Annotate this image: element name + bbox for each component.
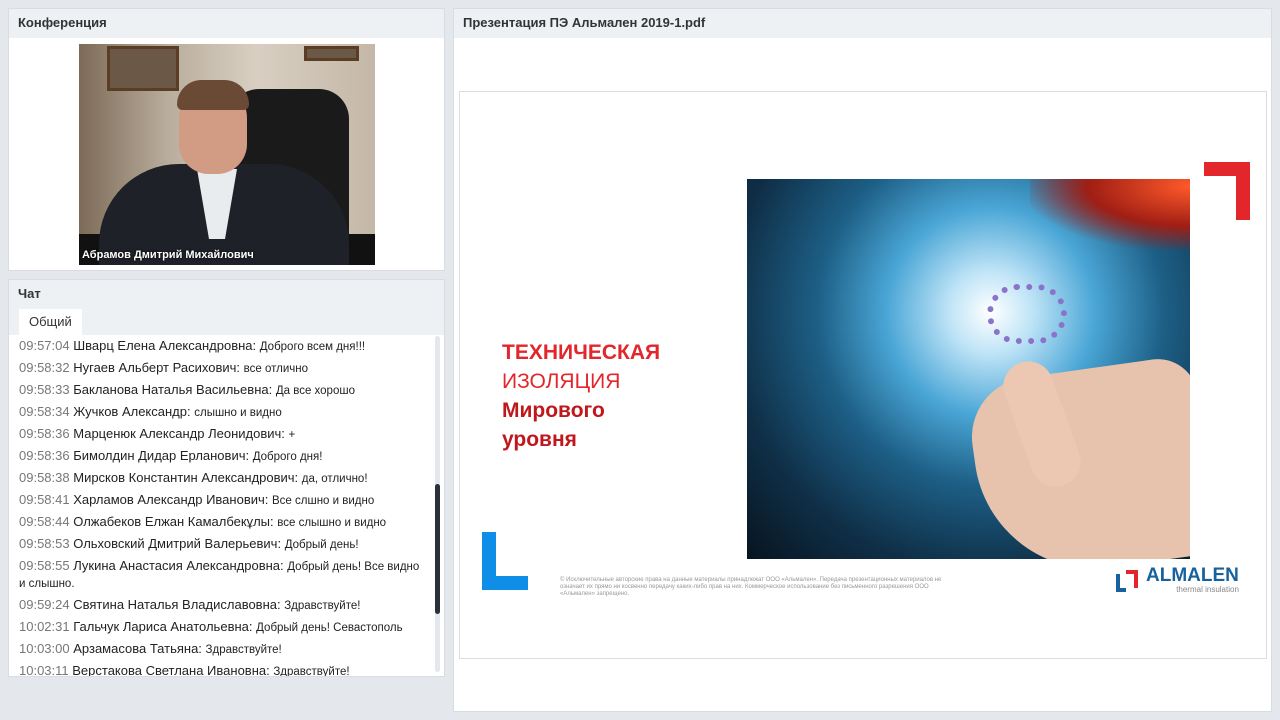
message-time: 10:03:11 bbox=[19, 663, 69, 676]
message-time: 10:03:00 bbox=[19, 641, 70, 656]
message-author: Бимолдин Дидар Ерланович: bbox=[73, 448, 250, 463]
chat-tabs: Общий bbox=[9, 309, 444, 335]
chat-message: 09:58:41 Харламов Александр Иванович: Вс… bbox=[19, 492, 422, 509]
message-time: 09:58:44 bbox=[19, 514, 70, 529]
message-author: Святина Наталья Владиславовна: bbox=[73, 597, 281, 612]
chat-scrollbar[interactable] bbox=[435, 336, 440, 672]
chat-message: 09:58:55 Лукина Анастасия Александровна:… bbox=[19, 558, 422, 592]
slide-heading: ТЕХНИЧЕСКАЯ ИЗОЛЯЦИЯ Мирового уровня bbox=[502, 338, 660, 454]
message-author: Мирсков Константин Александрович: bbox=[73, 470, 299, 485]
message-text: да, отлично! bbox=[301, 473, 368, 485]
message-text: все отлично bbox=[243, 363, 308, 375]
tab-general[interactable]: Общий bbox=[19, 309, 82, 335]
message-time: 09:58:41 bbox=[19, 492, 70, 507]
message-author: Марценюк Александр Леонидович: bbox=[73, 426, 285, 441]
chat-message: 09:58:34 Жучков Александр: слышно и видн… bbox=[19, 404, 422, 421]
chat-message: 09:58:33 Бакланова Наталья Васильевна: Д… bbox=[19, 382, 422, 399]
message-author: Олжабеков Елжан Камалбекұлы: bbox=[73, 514, 274, 529]
message-author: Верстакова Светлана Ивановна: bbox=[72, 663, 270, 676]
almalen-logo-icon bbox=[1116, 569, 1142, 592]
chat-message-list[interactable]: 09:57:04 Шварц Елена Александровна: Добр… bbox=[9, 336, 432, 676]
speaker-video[interactable]: Абрамов Дмитрий Михайлович bbox=[79, 44, 375, 265]
message-time: 10:02:31 bbox=[19, 619, 70, 634]
chat-message: 09:58:36 Марценюк Александр Леонидович: … bbox=[19, 426, 422, 443]
message-time: 09:58:38 bbox=[19, 470, 70, 485]
chat-title: Чат bbox=[9, 280, 444, 309]
message-text: Здравствуйте! bbox=[284, 600, 361, 612]
message-text: Добрый день! bbox=[284, 539, 359, 551]
heading-line-4: уровня bbox=[502, 428, 577, 451]
message-text: слышно и видно bbox=[194, 407, 282, 419]
molecule-icon bbox=[987, 284, 1067, 344]
message-text: Доброго всем дня!!! bbox=[259, 341, 366, 353]
conference-title: Конференция bbox=[9, 9, 444, 38]
red-corner-bracket bbox=[1204, 162, 1250, 220]
chat-message: 10:03:11 Верстакова Светлана Ивановна: З… bbox=[19, 663, 422, 676]
message-text: + bbox=[288, 429, 296, 441]
message-author: Гальчук Лариса Анатольевна: bbox=[73, 619, 253, 634]
message-author: Нугаев Альберт Расихович: bbox=[73, 360, 240, 375]
chat-message: 10:02:31 Гальчук Лариса Анатольевна: Доб… bbox=[19, 619, 422, 636]
message-text: Доброго дня! bbox=[252, 451, 323, 463]
message-author: Арзамасова Татьяна: bbox=[73, 641, 202, 656]
slide-image bbox=[747, 179, 1190, 559]
wall-picture bbox=[107, 46, 179, 91]
logo-name: ALMALEN bbox=[1146, 565, 1239, 586]
red-flare bbox=[1030, 179, 1190, 249]
blue-corner-bracket bbox=[482, 532, 528, 590]
message-author: Жучков Александр: bbox=[73, 404, 191, 419]
chat-scrollbar-thumb[interactable] bbox=[435, 484, 440, 614]
message-time: 09:57:04 bbox=[19, 338, 70, 353]
message-author: Лукина Анастасия Александровна: bbox=[73, 558, 284, 573]
message-text: все слышно и видно bbox=[277, 517, 387, 529]
message-text: Здравствуйте! bbox=[273, 666, 350, 676]
message-text: Все слшно и видно bbox=[272, 495, 375, 507]
message-text: Добрый день! Севастополь bbox=[256, 622, 403, 634]
message-time: 09:59:24 bbox=[19, 597, 70, 612]
message-text: Здравствуйте! bbox=[205, 644, 282, 656]
chat-message: 09:58:53 Ольховский Дмитрий Валерьевич: … bbox=[19, 536, 422, 553]
heading-line-2: ИЗОЛЯЦИЯ bbox=[502, 370, 621, 393]
chat-message: 10:03:00 Арзамасова Татьяна: Здравствуйт… bbox=[19, 641, 422, 658]
chat-message: 09:58:38 Мирсков Константин Александрови… bbox=[19, 470, 422, 487]
presentation-title: Презентация ПЭ Альмален 2019-1.pdf bbox=[454, 9, 1271, 38]
message-author: Ольховский Дмитрий Валерьевич: bbox=[73, 536, 282, 551]
wall-picture bbox=[304, 46, 359, 61]
heading-line-3: Мирового bbox=[502, 399, 605, 422]
speaker-hair bbox=[177, 80, 249, 110]
message-time: 09:58:33 bbox=[19, 382, 70, 397]
message-time: 09:58:36 bbox=[19, 426, 70, 441]
message-author: Харламов Александр Иванович: bbox=[73, 492, 269, 507]
presentation-slide[interactable]: ТЕХНИЧЕСКАЯ ИЗОЛЯЦИЯ Мирового уровня © И… bbox=[459, 91, 1267, 659]
message-author: Шварц Елена Александровна: bbox=[73, 338, 257, 353]
chat-message: 09:59:24 Святина Наталья Владиславовна: … bbox=[19, 597, 422, 614]
logo-tagline: thermal insulation bbox=[1176, 585, 1239, 594]
message-author: Бакланова Наталья Васильевна: bbox=[73, 382, 273, 397]
message-time: 09:58:32 bbox=[19, 360, 70, 375]
heading-line-1: ТЕХНИЧЕСКАЯ bbox=[502, 341, 661, 364]
chat-panel: Чат Общий 09:57:04 Шварц Елена Александр… bbox=[8, 279, 445, 677]
message-time: 09:58:53 bbox=[19, 536, 70, 551]
chat-message: 09:58:36 Бимолдин Дидар Ерланович: Добро… bbox=[19, 448, 422, 465]
copyright-fine-print: © Исключительные авторские права на данн… bbox=[560, 577, 942, 597]
chat-message: 09:57:04 Шварц Елена Александровна: Добр… bbox=[19, 338, 422, 355]
presentation-panel: Презентация ПЭ Альмален 2019-1.pdf ТЕХНИ… bbox=[453, 8, 1272, 712]
chat-message: 09:58:44 Олжабеков Елжан Камалбекұлы: вс… bbox=[19, 514, 422, 531]
conference-panel: Конференция Абрамов Дмитрий Михайлович bbox=[8, 8, 445, 271]
message-time: 09:58:36 bbox=[19, 448, 70, 463]
almalen-logo: ALMALEN thermal insulation bbox=[1116, 565, 1239, 594]
chat-message: 09:58:32 Нугаев Альберт Расихович: все о… bbox=[19, 360, 422, 377]
message-text: Да все хорошо bbox=[275, 385, 355, 397]
message-time: 09:58:34 bbox=[19, 404, 70, 419]
message-time: 09:58:55 bbox=[19, 558, 70, 573]
speaker-name: Абрамов Дмитрий Михайлович bbox=[82, 249, 254, 261]
